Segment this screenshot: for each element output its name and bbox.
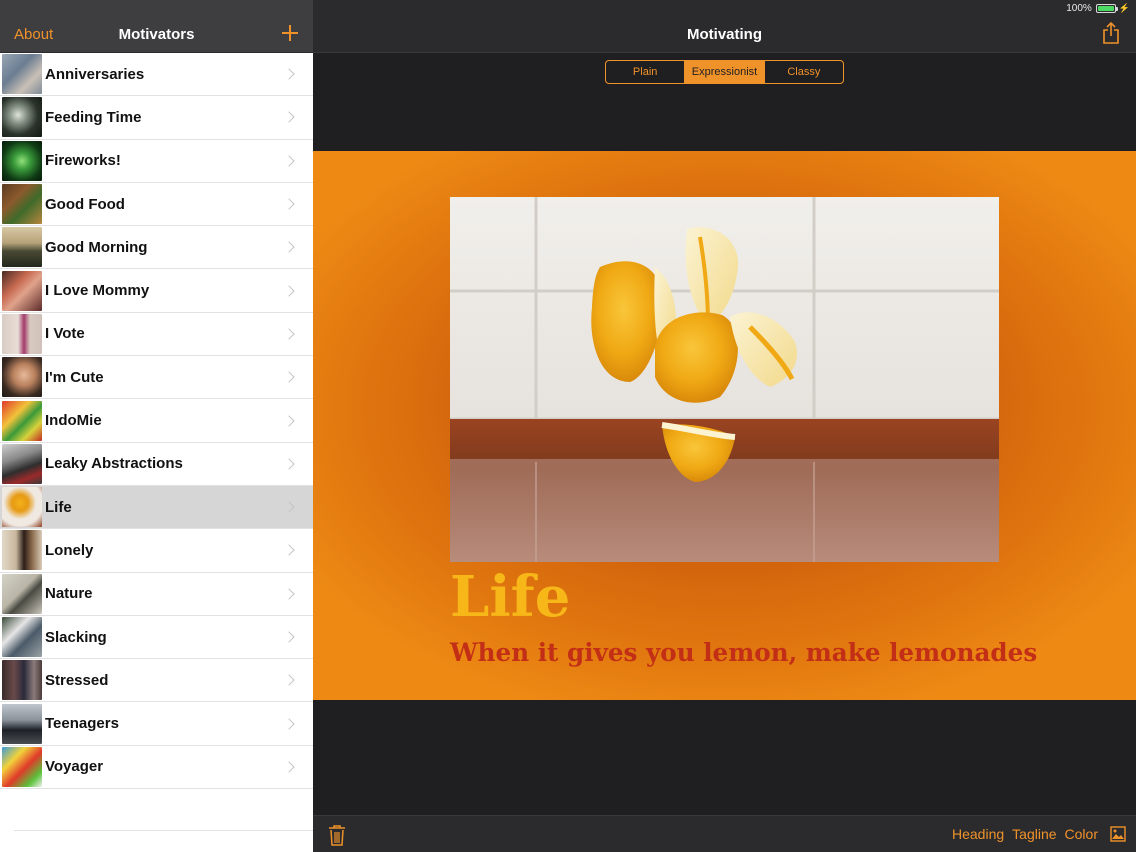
- chevron-right-icon: [283, 68, 295, 80]
- chevron-right-icon: [283, 631, 295, 643]
- thumbnail-i-love-mommy: [2, 270, 42, 311]
- heading-button[interactable]: Heading: [952, 826, 1004, 842]
- list-item-label: Teenagers: [45, 715, 119, 733]
- list-item[interactable]: Nature: [0, 572, 313, 616]
- list-item[interactable]: Anniversaries: [0, 53, 313, 97]
- detail-pane: Motivating Plain Expressionist Classy Li…: [313, 0, 1136, 852]
- chevron-right-icon: [283, 111, 295, 124]
- list-item[interactable]: Feeding Time: [0, 96, 313, 140]
- list-item-label: Stressed: [45, 671, 109, 689]
- chevron-right-icon: [283, 328, 295, 340]
- thumbnail-i-vote: [2, 313, 42, 354]
- thumbnail-feeding-time: [2, 97, 42, 138]
- motivator-list: Anniversaries Feeding Time Fireworks! Go…: [0, 53, 313, 790]
- list-item-label: I Vote: [45, 325, 85, 343]
- list-item[interactable]: I Love Mommy: [0, 269, 313, 313]
- thumbnail-life: [2, 487, 42, 528]
- list-item[interactable]: Good Food: [0, 182, 313, 227]
- list-item[interactable]: Teenagers: [0, 702, 313, 746]
- thumbnail-fireworks: [2, 140, 42, 181]
- add-icon[interactable]: [279, 22, 301, 44]
- thumbnail-nature: [2, 573, 42, 614]
- chevron-right-icon: [283, 674, 295, 686]
- style-segmented-control: Plain Expressionist Classy: [605, 60, 844, 84]
- chevron-right-icon: [283, 198, 295, 210]
- list-item-label: Good Food: [45, 195, 125, 213]
- trash-icon[interactable]: [328, 824, 346, 846]
- list-item[interactable]: Voyager: [0, 745, 313, 790]
- list-divider: [14, 830, 313, 831]
- chevron-right-icon: [283, 371, 295, 383]
- app-window: 100% ⚡ About Motivators Anniversaries Fe…: [0, 0, 1136, 852]
- chevron-right-icon: [283, 241, 295, 253]
- chevron-right-icon: [283, 155, 295, 167]
- list-item[interactable]: I Vote: [0, 312, 313, 357]
- color-button[interactable]: Color: [1065, 826, 1098, 842]
- list-item[interactable]: Life: [0, 485, 313, 530]
- poster-heading: Life: [450, 564, 571, 630]
- bottom-toolbar: Heading Tagline Color: [313, 815, 1136, 852]
- list-item-label: Feeding Time: [45, 108, 142, 126]
- list-item-label: Life: [45, 498, 72, 516]
- status-bar: 100% ⚡: [0, 0, 1136, 16]
- list-item-label: Nature: [45, 585, 93, 603]
- thumbnail-voyager: [2, 746, 42, 787]
- charging-icon: ⚡: [1118, 2, 1130, 13]
- thumbnail-good-food: [2, 184, 42, 225]
- tagline-button[interactable]: Tagline: [1012, 826, 1056, 842]
- lemon-photo-image: [450, 197, 999, 562]
- thumbnail-anniversaries: [2, 54, 42, 95]
- chevron-right-icon: [283, 458, 295, 470]
- list-item[interactable]: Fireworks!: [0, 139, 313, 183]
- thumbnail-stressed: [2, 660, 42, 701]
- list-item-label: Anniversaries: [45, 65, 145, 83]
- chevron-right-icon: [283, 544, 295, 557]
- chevron-right-icon: [283, 414, 295, 427]
- master-pane: About Motivators Anniversaries Feeding T…: [0, 0, 313, 852]
- segment-classy[interactable]: Classy: [765, 61, 843, 83]
- share-icon[interactable]: [1102, 22, 1120, 44]
- chevron-right-icon: [283, 717, 295, 730]
- chevron-right-icon: [283, 284, 295, 297]
- list-item-label: I'm Cute: [45, 368, 104, 386]
- chevron-right-icon: [283, 501, 295, 513]
- detail-title: Motivating: [687, 26, 762, 43]
- thumbnail-good-morning: [2, 227, 42, 268]
- poster-photo: [450, 197, 999, 562]
- segment-expressionist[interactable]: Expressionist: [685, 61, 765, 83]
- image-picker-icon[interactable]: [1110, 826, 1126, 842]
- chevron-right-icon: [283, 588, 295, 600]
- segment-plain[interactable]: Plain: [606, 61, 686, 83]
- list-item[interactable]: Stressed: [0, 659, 313, 703]
- list-item[interactable]: Lonely: [0, 529, 313, 573]
- list-item-label: IndoMie: [45, 412, 102, 430]
- list-item[interactable]: IndoMie: [0, 399, 313, 443]
- thumbnail-lonely: [2, 530, 42, 571]
- list-item-label: Fireworks!: [45, 152, 121, 170]
- list-item-label: Voyager: [45, 758, 104, 776]
- list-item-label: I Love Mommy: [45, 282, 150, 300]
- thumbnail-teenagers: [2, 703, 42, 744]
- list-item-label: Good Morning: [45, 238, 148, 256]
- toolbar-actions: Heading Tagline Color: [952, 826, 1126, 842]
- list-item[interactable]: Slacking: [0, 615, 313, 660]
- list-item[interactable]: Leaky Abstractions: [0, 442, 313, 486]
- thumbnail-leaky-abstractions: [2, 443, 42, 484]
- about-button[interactable]: About: [14, 26, 53, 43]
- list-item-label: Leaky Abstractions: [45, 455, 183, 473]
- battery-percentage: 100%: [1066, 2, 1092, 14]
- battery-icon: [1095, 3, 1118, 13]
- list-item-label: Slacking: [45, 628, 107, 646]
- list-item[interactable]: Good Morning: [0, 226, 313, 270]
- list-item-label: Lonely: [45, 541, 94, 559]
- motivator-poster: Life When it gives you lemon, make lemon…: [313, 151, 1136, 700]
- list-item[interactable]: I'm Cute: [0, 356, 313, 400]
- poster-tagline: When it gives you lemon, make lemonades: [450, 638, 1038, 667]
- thumbnail-indomie: [2, 400, 42, 441]
- thumbnail-im-cute: [2, 357, 42, 398]
- thumbnail-slacking: [2, 617, 42, 657]
- chevron-right-icon: [283, 761, 295, 773]
